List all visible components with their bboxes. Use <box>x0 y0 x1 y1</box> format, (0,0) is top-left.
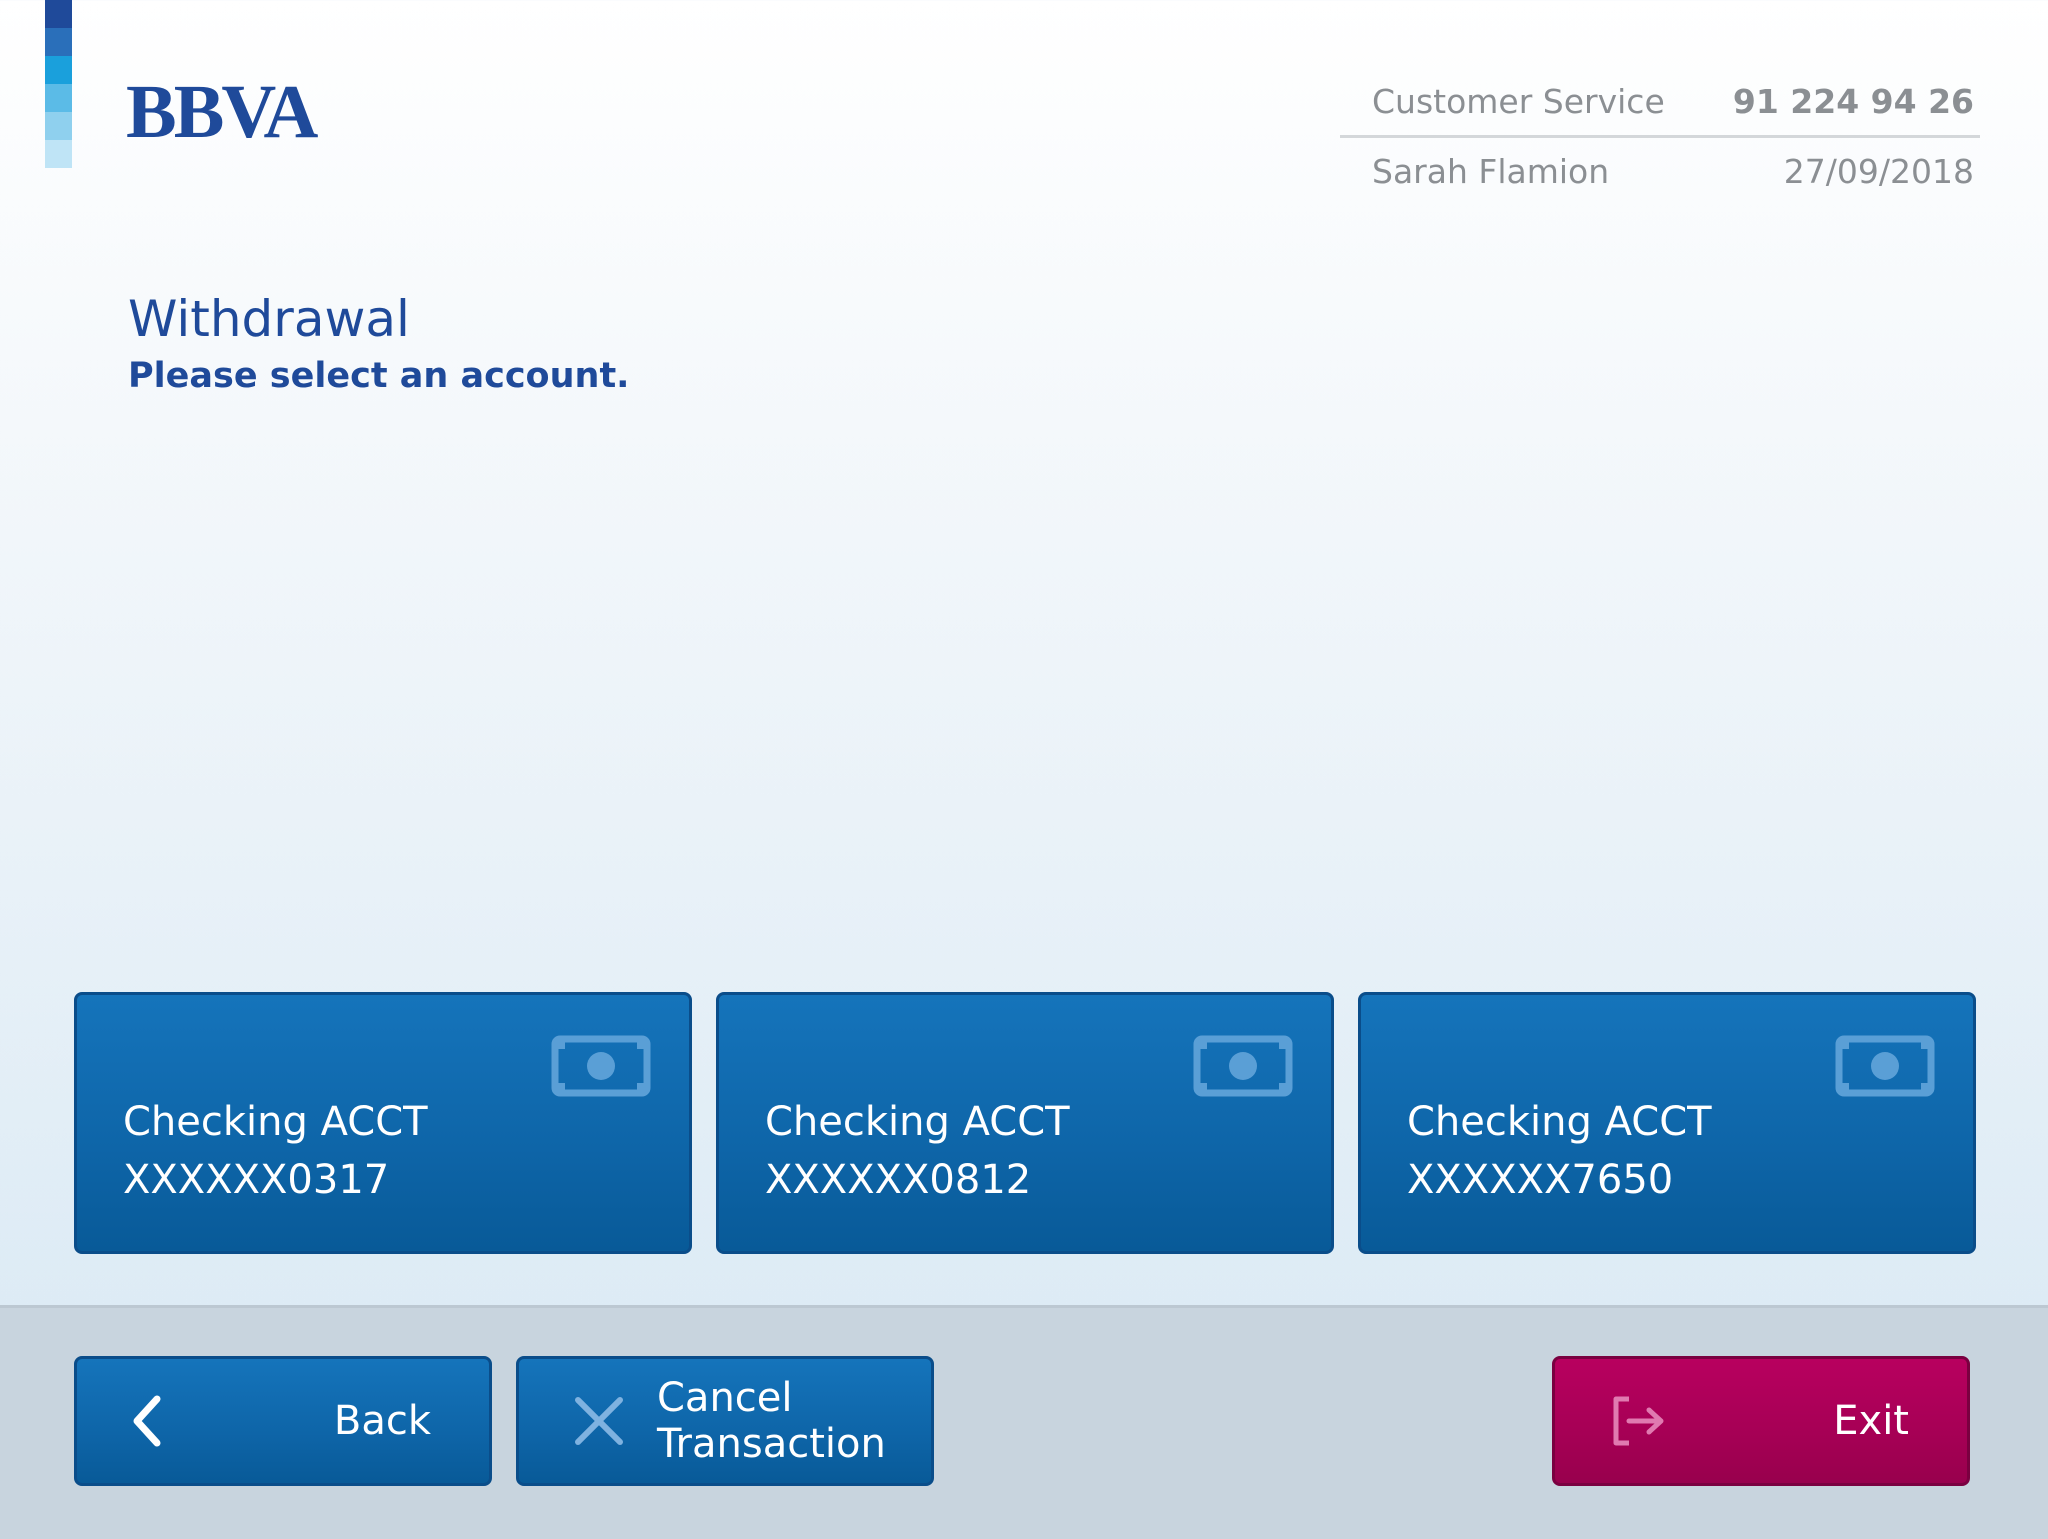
cash-icon <box>551 1035 651 1097</box>
exit-icon <box>1613 1396 1664 1446</box>
cash-icon <box>1835 1035 1935 1097</box>
account-name: Checking ACCT <box>123 1099 428 1145</box>
cash-icon <box>1193 1035 1293 1097</box>
bbva-logo: BBVA <box>126 70 318 154</box>
exit-button[interactable]: Exit <box>1552 1356 1970 1486</box>
account-number: XXXXXX7650 <box>1407 1157 1674 1203</box>
cancel-label: Cancel Transaction <box>657 1375 886 1467</box>
footer-bar: Back Cancel Transaction Exit <box>0 1305 2048 1539</box>
account-name: Checking ACCT <box>1407 1099 1712 1145</box>
customer-service-row: Customer Service 91 224 94 26 <box>1340 82 1980 121</box>
current-date: 27/09/2018 <box>1783 152 1974 191</box>
accent-block <box>45 84 72 112</box>
header-info: Customer Service 91 224 94 26 Sarah Flam… <box>1340 82 1980 191</box>
back-label: Back <box>333 1398 431 1444</box>
accent-block <box>45 56 72 84</box>
accent-block <box>45 112 72 140</box>
cancel-label-line2: Transaction <box>657 1421 886 1467</box>
page-subtitle: Please select an account. <box>128 356 630 396</box>
close-icon <box>575 1397 623 1445</box>
account-button-0317[interactable]: Checking ACCT XXXXXX0317 <box>74 992 692 1254</box>
account-number: XXXXXX0317 <box>123 1157 390 1203</box>
account-number: XXXXXX0812 <box>765 1157 1032 1203</box>
user-name: Sarah Flamion <box>1372 152 1610 191</box>
brand-accent-strip <box>45 0 72 168</box>
account-name: Checking ACCT <box>765 1099 1070 1145</box>
account-list: Checking ACCT XXXXXX0317 Checking ACCT X… <box>74 992 1976 1254</box>
account-button-7650[interactable]: Checking ACCT XXXXXX7650 <box>1358 992 1976 1254</box>
user-row: Sarah Flamion 27/09/2018 <box>1340 152 1980 191</box>
customer-service-phone: 91 224 94 26 <box>1732 82 1974 121</box>
chevron-left-icon <box>133 1395 161 1447</box>
cancel-transaction-button[interactable]: Cancel Transaction <box>516 1356 934 1486</box>
account-button-0812[interactable]: Checking ACCT XXXXXX0812 <box>716 992 1334 1254</box>
header-divider <box>1340 135 1980 138</box>
exit-label: Exit <box>1833 1398 1909 1444</box>
page-title: Withdrawal <box>128 290 410 348</box>
back-button[interactable]: Back <box>74 1356 492 1486</box>
accent-block <box>45 28 72 56</box>
accent-block <box>45 0 72 28</box>
cancel-label-line1: Cancel <box>657 1375 793 1421</box>
accent-block <box>45 140 72 168</box>
customer-service-label: Customer Service <box>1372 82 1665 121</box>
